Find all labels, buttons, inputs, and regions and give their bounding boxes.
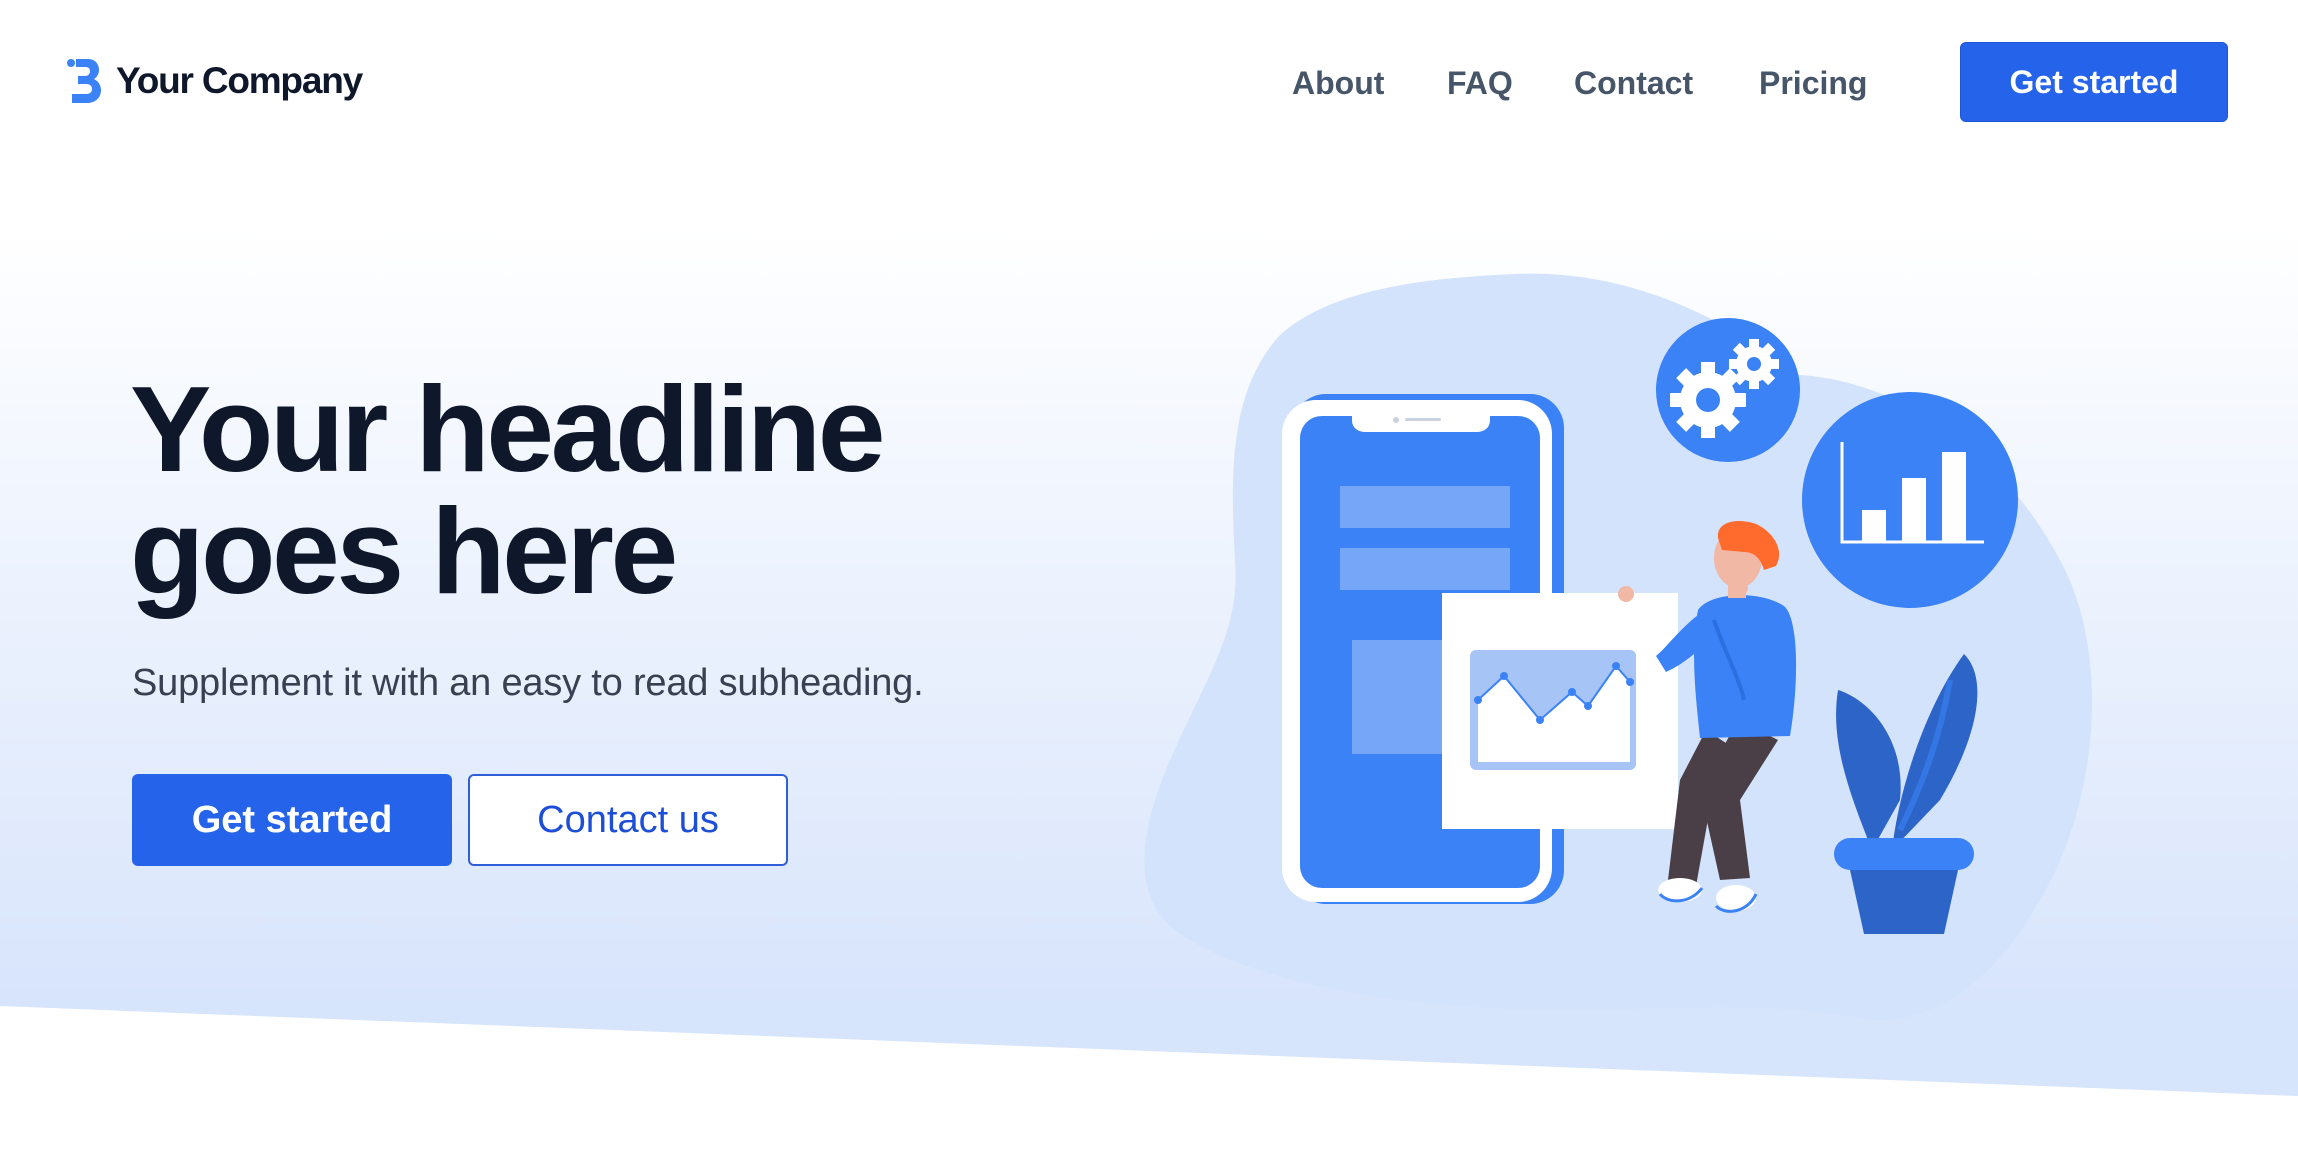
- nav-link-pricing[interactable]: Pricing: [1759, 58, 1867, 108]
- line-chart-card: [1442, 593, 1678, 829]
- contact-us-button[interactable]: Contact us: [468, 774, 788, 866]
- hero-illustration: [1144, 273, 2093, 1021]
- line-chart-icon: [1470, 650, 1636, 770]
- header-get-started-button[interactable]: Get started: [1960, 42, 2228, 122]
- site-header: Your Company About FAQ Contact Pricing G…: [0, 0, 2298, 165]
- bar-chart-icon: [1802, 392, 2018, 608]
- logo-link[interactable]: Your Company: [66, 56, 363, 106]
- get-started-button[interactable]: Get started: [132, 774, 452, 866]
- headline-line-2: goes here: [130, 483, 678, 619]
- logo-icon: [67, 59, 101, 103]
- subheading: Supplement it with an easy to read subhe…: [132, 662, 924, 704]
- company-name: Your Company: [116, 60, 363, 101]
- headline-line-1: Your headline: [130, 361, 886, 497]
- nav-link-about[interactable]: About: [1292, 58, 1384, 108]
- gears-icon: [1656, 318, 1800, 462]
- nav-link-faq[interactable]: FAQ: [1447, 58, 1513, 108]
- nav-link-contact[interactable]: Contact: [1574, 58, 1693, 108]
- page-title: Your headline goes here: [130, 368, 990, 612]
